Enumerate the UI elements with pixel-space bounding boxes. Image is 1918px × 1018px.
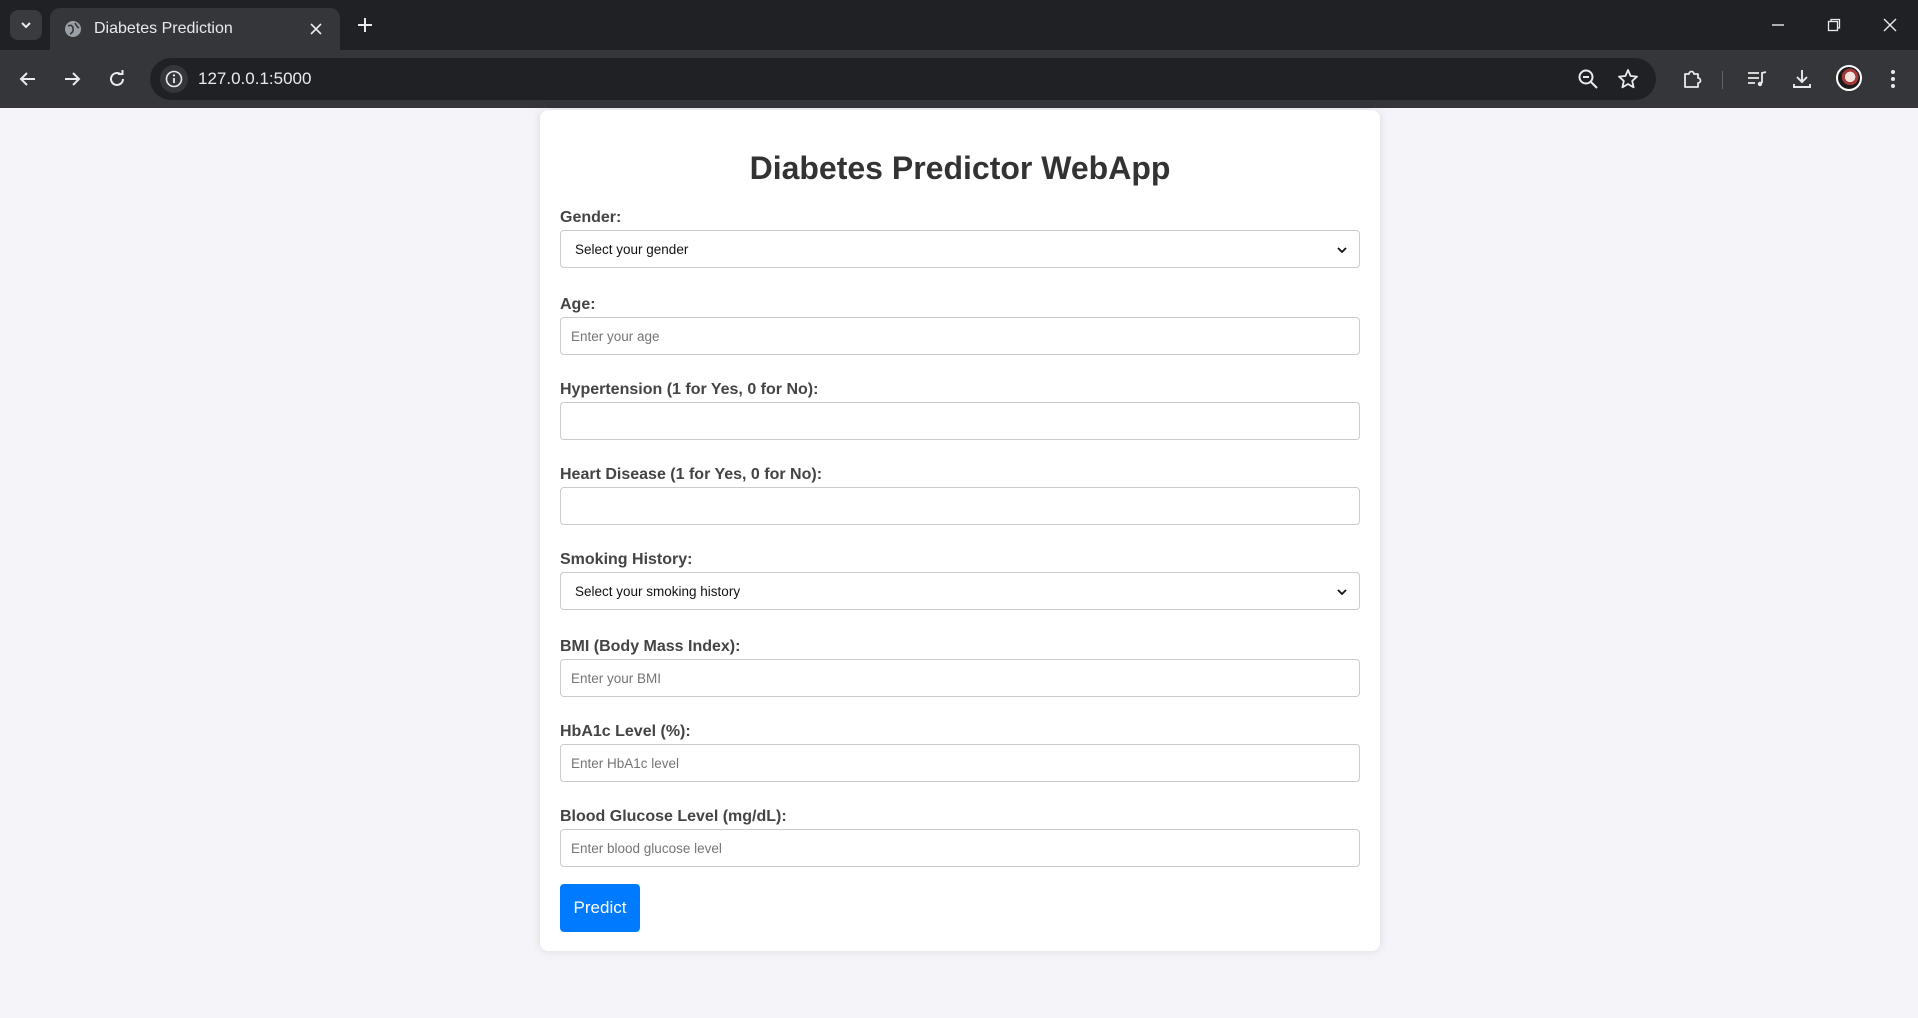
gender-label: Gender: [560, 209, 622, 226]
zoom-out-icon [1578, 69, 1598, 89]
site-info-button[interactable] [160, 65, 188, 93]
bmi-input[interactable] [560, 659, 1360, 697]
zoom-button[interactable] [1576, 67, 1600, 91]
gender-select[interactable]: Select your gender [560, 230, 1360, 268]
hba1c-input[interactable] [560, 744, 1360, 782]
close-icon [310, 23, 322, 35]
profile-avatar[interactable] [1836, 65, 1862, 91]
more-vertical-icon [1891, 70, 1895, 88]
close-window-button[interactable] [1862, 0, 1918, 50]
reload-button[interactable] [101, 63, 133, 95]
tab-search-button[interactable] [10, 10, 42, 40]
url-text[interactable]: 127.0.0.1:5000 [198, 69, 311, 89]
hba1c-label: HbA1c Level (%): [560, 723, 691, 740]
browser-toolbar: 127.0.0.1:5000 [0, 50, 1918, 108]
prediction-form-card: Diabetes Predictor WebApp Gender: Select… [540, 110, 1380, 951]
extensions-button[interactable] [1678, 65, 1706, 93]
age-input[interactable] [560, 317, 1360, 355]
close-icon [1883, 18, 1897, 32]
age-label: Age: [560, 296, 596, 313]
hypertension-label: Hypertension (1 for Yes, 0 for No): [560, 381, 819, 398]
puzzle-icon [1684, 70, 1702, 88]
tab-title: Diabetes Prediction [94, 20, 233, 37]
reload-icon [110, 70, 124, 86]
gender-selected-value: Select your gender [575, 241, 689, 257]
chevron-down-icon [21, 22, 31, 29]
plus-icon [358, 18, 372, 32]
globe-icon [65, 21, 81, 37]
restore-icon [1827, 18, 1841, 32]
bmi-label: BMI (Body Mass Index): [560, 638, 741, 655]
hypertension-input[interactable] [560, 402, 1360, 440]
star-icon [1618, 69, 1638, 89]
info-icon [165, 70, 183, 88]
download-icon [1793, 70, 1811, 88]
predict-button[interactable]: Predict [560, 884, 640, 932]
smoking-history-selected-value: Select your smoking history [575, 583, 741, 599]
browser-tab-strip: Diabetes Prediction [0, 0, 1918, 50]
chevron-down-icon [1337, 247, 1347, 254]
smoking-history-label: Smoking History: [560, 551, 693, 568]
arrow-right-icon [65, 72, 81, 86]
minimize-button[interactable] [1750, 0, 1806, 50]
restore-button[interactable] [1806, 0, 1862, 50]
media-controls-button[interactable] [1743, 65, 1771, 93]
new-tab-button[interactable] [352, 12, 378, 38]
page-title: Diabetes Predictor WebApp [749, 150, 1171, 186]
heart-disease-label: Heart Disease (1 for Yes, 0 for No): [560, 466, 823, 483]
blood-glucose-input[interactable] [560, 829, 1360, 867]
minimize-icon [1772, 24, 1784, 26]
bookmark-button[interactable] [1616, 67, 1640, 91]
forward-button[interactable] [56, 63, 88, 95]
tab-close-button[interactable] [306, 19, 326, 39]
back-button[interactable] [12, 63, 44, 95]
browser-tab-active[interactable]: Diabetes Prediction [50, 8, 340, 50]
toolbar-divider [1722, 71, 1723, 89]
playlist-music-icon [1748, 71, 1767, 87]
chevron-down-icon [1337, 589, 1347, 596]
page-viewport: Diabetes Predictor WebApp Gender: Select… [0, 108, 1918, 1018]
address-bar[interactable]: 127.0.0.1:5000 [150, 58, 1656, 100]
menu-button[interactable] [1879, 65, 1907, 93]
blood-glucose-label: Blood Glucose Level (mg/dL): [560, 808, 787, 825]
downloads-button[interactable] [1788, 65, 1816, 93]
heart-disease-input[interactable] [560, 487, 1360, 525]
smoking-history-select[interactable]: Select your smoking history [560, 572, 1360, 610]
arrow-left-icon [19, 72, 35, 86]
